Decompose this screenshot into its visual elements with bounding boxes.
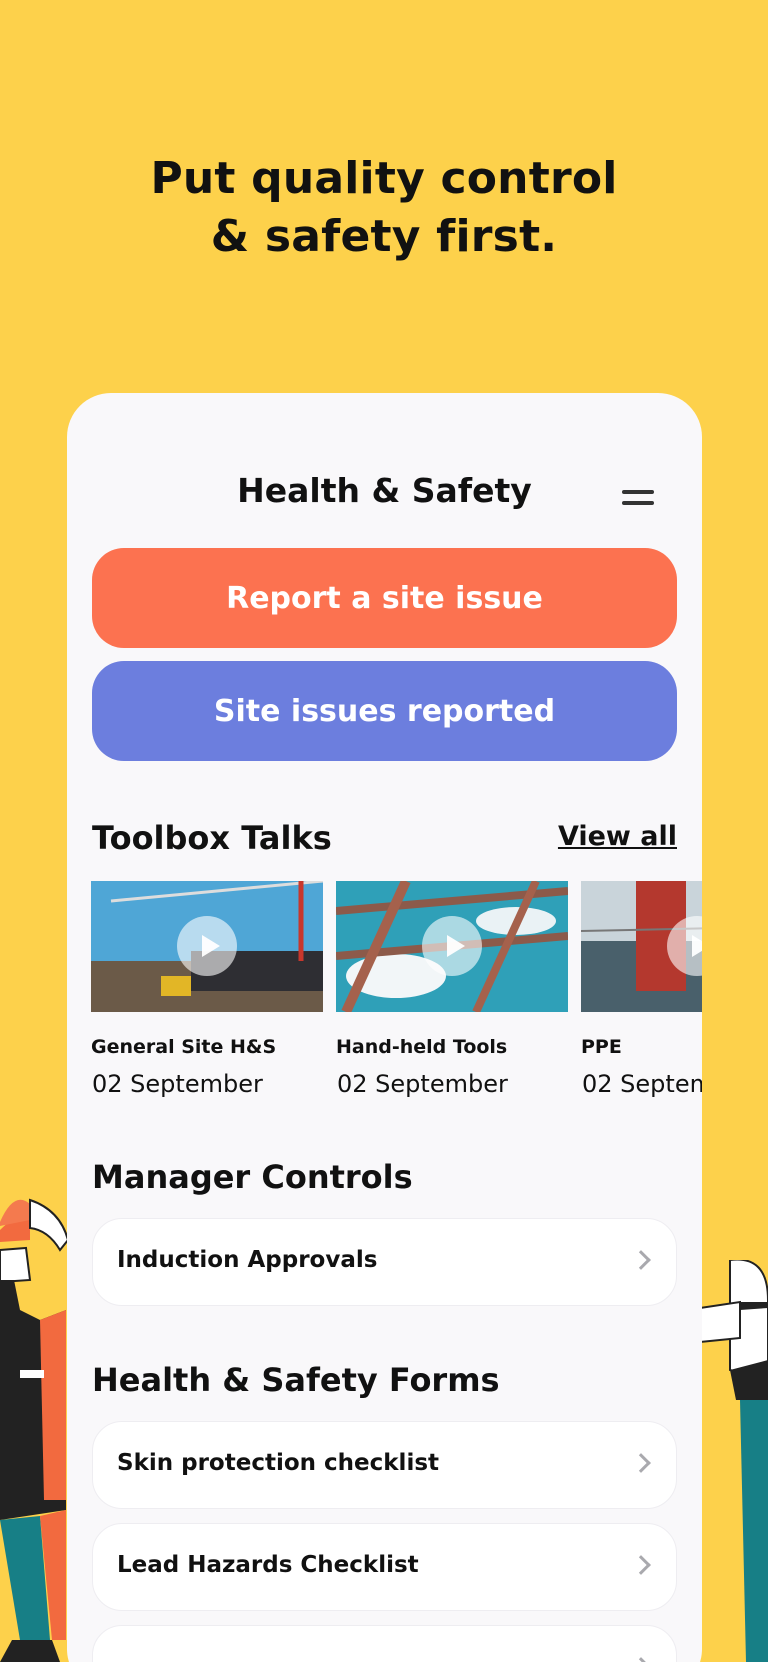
video-thumbnail	[581, 881, 702, 1012]
talk-title: PPE	[581, 1036, 622, 1058]
chevron-right-icon	[631, 1555, 651, 1575]
site-issues-reported-button[interactable]: Site issues reported	[92, 661, 677, 761]
talk-title: Hand-held Tools	[336, 1036, 508, 1058]
list-item-label: Lead Hazards Checklist	[117, 1552, 419, 1578]
chevron-right-icon	[631, 1657, 651, 1662]
chevron-right-icon	[631, 1453, 651, 1473]
manager-controls-title: Manager Controls	[92, 1158, 413, 1196]
app-header: Health & Safety	[67, 393, 702, 510]
headline-line-1: Put quality control	[150, 153, 618, 204]
video-thumbnail	[336, 881, 568, 1012]
talk-date: 02 September	[337, 1070, 508, 1098]
play-icon	[422, 916, 482, 976]
headline-line-2: & safety first.	[210, 211, 558, 262]
lead-hazards-checklist-item[interactable]: Lead Hazards Checklist	[92, 1523, 677, 1611]
play-icon	[177, 916, 237, 976]
health-safety-forms-title: Health & Safety Forms	[92, 1361, 500, 1399]
hamburger-menu-icon[interactable]	[620, 486, 656, 510]
toolbox-talk-card[interactable]: PPE 02 September	[581, 881, 702, 1111]
app-screen-card: Health & Safety Report a site issue Site…	[67, 393, 702, 1662]
app-title: Health & Safety	[237, 471, 532, 510]
toolbox-talk-card[interactable]: General Site H&S 02 September	[91, 881, 323, 1111]
talk-date: 02 September	[582, 1070, 702, 1098]
chevron-right-icon	[631, 1250, 651, 1270]
toolbox-talk-card[interactable]: Hand-held Tools 02 September	[336, 881, 568, 1111]
video-thumbnail	[91, 881, 323, 1012]
skin-protection-checklist-item[interactable]: Skin protection checklist	[92, 1421, 677, 1509]
list-item-label: Induction Approvals	[117, 1247, 378, 1273]
view-all-link[interactable]: View all	[558, 821, 677, 852]
list-item-label: Skin protection checklist	[117, 1450, 440, 1476]
toolbox-talks-carousel[interactable]: General Site H&S 02 September Hand-held …	[91, 881, 702, 1111]
worker-illustration-right	[700, 1260, 768, 1662]
toolbox-talks-title: Toolbox Talks	[92, 819, 332, 857]
report-site-issue-button[interactable]: Report a site issue	[92, 548, 677, 648]
induction-approvals-item[interactable]: Induction Approvals	[92, 1218, 677, 1306]
form-item-partial[interactable]	[92, 1625, 677, 1662]
talk-title: General Site H&S	[91, 1036, 277, 1058]
talk-date: 02 September	[92, 1070, 263, 1098]
marketing-headline: Put quality control & safety first.	[0, 150, 768, 266]
